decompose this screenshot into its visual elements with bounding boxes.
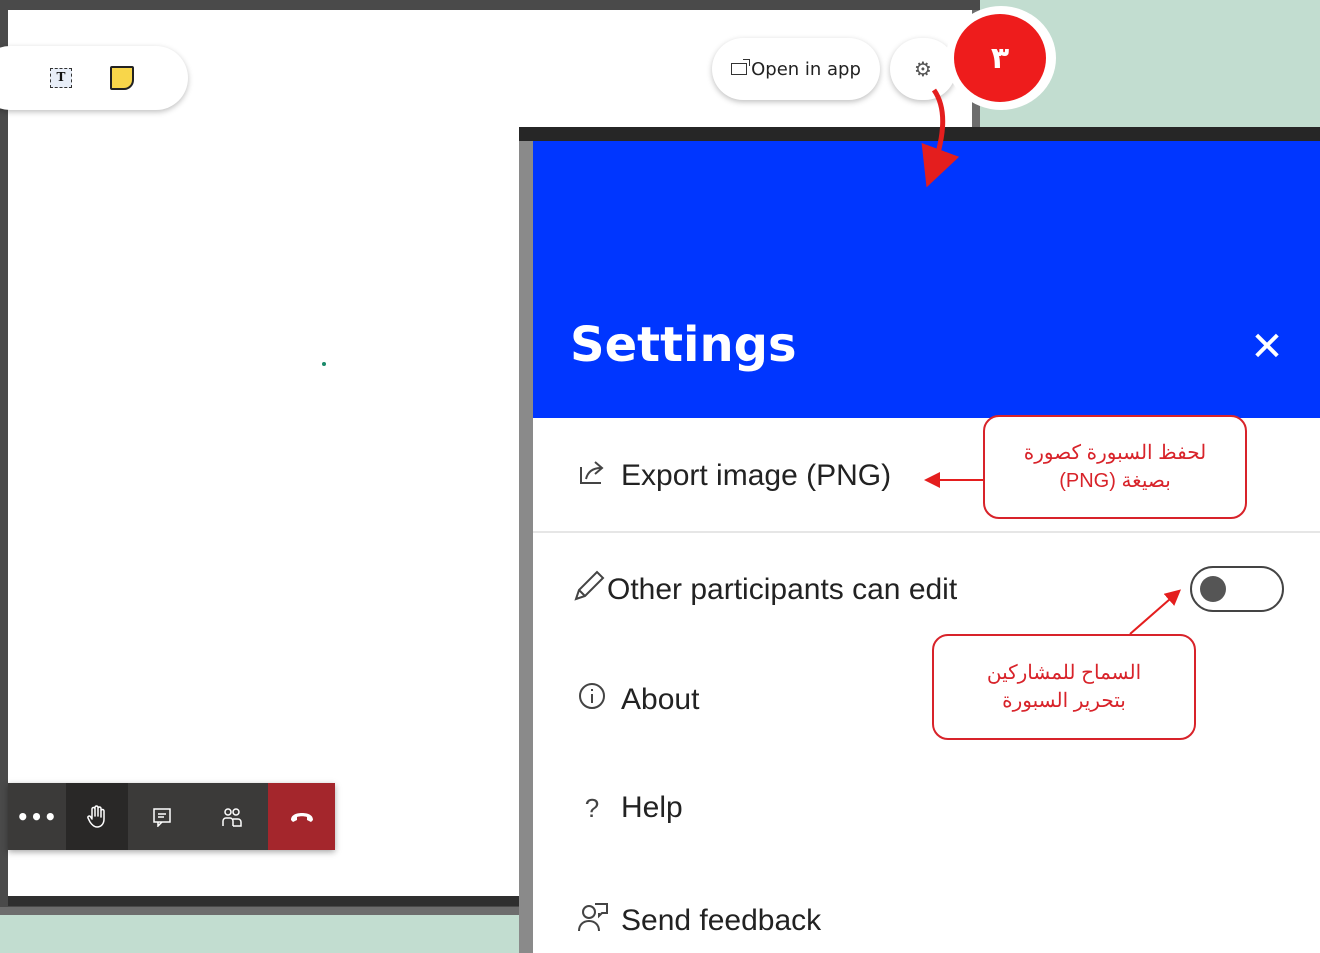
- open-in-app-label: Open in app: [751, 58, 861, 80]
- ink-dot: [322, 362, 326, 366]
- hang-up-button[interactable]: [268, 783, 335, 850]
- send-feedback-item[interactable]: Send feedback: [577, 901, 821, 940]
- gear-icon: ⚙: [914, 57, 932, 81]
- hang-up-icon: [290, 812, 313, 822]
- settings-panel: Settings ✕ Export image (PNG) Other part…: [533, 141, 1320, 953]
- export-callout-line2: بصيغة (PNG): [1059, 470, 1171, 492]
- text-tool-icon[interactable]: T: [50, 68, 72, 88]
- info-icon: [577, 681, 607, 718]
- participants-can-edit-item: Other participants can edit: [571, 569, 957, 610]
- more-icon: •••: [16, 804, 58, 829]
- export-image-item[interactable]: Export image (PNG): [577, 457, 891, 494]
- window-top-border: [0, 0, 980, 10]
- raise-hand-button[interactable]: [66, 783, 128, 850]
- about-label: About: [621, 682, 700, 716]
- pencil-icon: [571, 569, 607, 610]
- raise-hand-icon: [87, 804, 105, 828]
- export-callout-line1: لحفظ السبورة كصورة: [1023, 442, 1207, 464]
- sticky-note-icon[interactable]: [110, 66, 134, 90]
- export-image-label: Export image (PNG): [621, 458, 892, 492]
- step-number: ٣: [954, 14, 1046, 102]
- meeting-controls-bar: •••: [8, 783, 335, 850]
- edit-callout-line2: بتحرير السبورة: [1002, 690, 1126, 712]
- whiteboard-toolbar: T: [0, 46, 188, 110]
- open-in-app-button[interactable]: Open in app: [712, 38, 880, 100]
- help-label: Help: [621, 791, 683, 824]
- help-icon: ?: [584, 792, 600, 823]
- step-badge: ٣: [946, 6, 1056, 110]
- chat-button[interactable]: [128, 783, 196, 850]
- close-icon[interactable]: ✕: [1247, 327, 1287, 367]
- participants-button[interactable]: [196, 783, 268, 850]
- open-external-icon: [731, 59, 751, 75]
- menu-divider: [533, 531, 1320, 533]
- more-options-button[interactable]: •••: [8, 783, 66, 850]
- edit-callout-line1: السماح للمشاركين: [986, 662, 1142, 684]
- settings-header: Settings ✕: [533, 141, 1320, 418]
- participants-can-edit-label: Other participants can edit: [607, 572, 958, 606]
- edit-callout: السماح للمشاركين بتحرير السبورة: [932, 634, 1196, 740]
- feedback-icon: [577, 901, 608, 940]
- export-callout: لحفظ السبورة كصورة بصيغة (PNG): [983, 415, 1247, 519]
- panel-side-border: [519, 141, 533, 953]
- chat-icon: [153, 807, 171, 827]
- toggle-knob: [1200, 576, 1226, 602]
- participants-icon: [222, 807, 242, 827]
- settings-title: Settings: [570, 317, 797, 373]
- export-icon: [577, 457, 607, 494]
- about-item[interactable]: About: [577, 681, 699, 718]
- help-item[interactable]: ? Help: [577, 791, 683, 825]
- send-feedback-label: Send feedback: [621, 903, 822, 937]
- participants-can-edit-toggle[interactable]: [1190, 566, 1284, 612]
